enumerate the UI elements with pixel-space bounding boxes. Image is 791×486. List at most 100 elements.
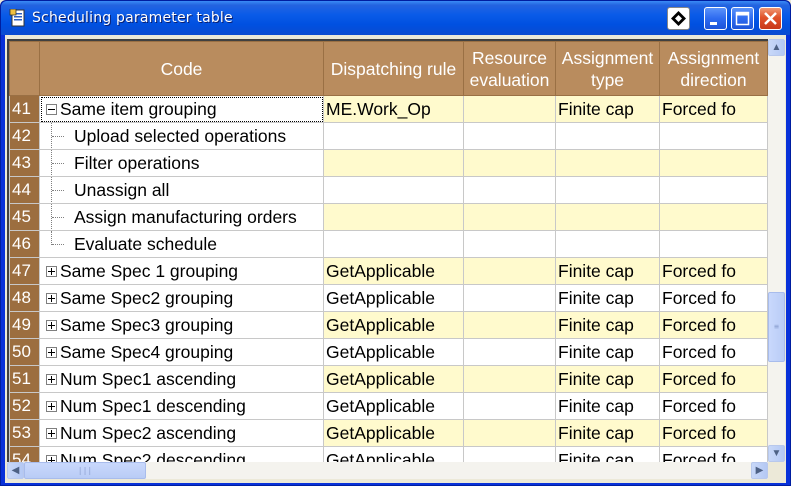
resource-evaluation-cell[interactable]: [463, 338, 556, 366]
code-cell[interactable]: Same Spec4 grouping: [39, 338, 324, 366]
row-number[interactable]: 52: [9, 392, 40, 420]
resource-evaluation-cell[interactable]: [463, 419, 556, 447]
special-option-button[interactable]: [667, 7, 690, 30]
assignment-direction-cell[interactable]: Forced fo: [659, 365, 768, 393]
resource-evaluation-cell[interactable]: [463, 203, 556, 231]
assignment-type-cell[interactable]: Finite cap: [555, 446, 660, 462]
collapse-minus-icon[interactable]: [46, 103, 57, 115]
code-cell[interactable]: Num Spec2 descending: [39, 446, 324, 462]
code-cell[interactable]: Same Spec2 grouping: [39, 284, 324, 312]
assignment-type-cell[interactable]: [555, 176, 660, 204]
resource-evaluation-cell[interactable]: [463, 176, 556, 204]
table-row[interactable]: 46 Evaluate schedule: [9, 230, 768, 258]
table-row[interactable]: 44 Unassign all: [9, 176, 768, 204]
dispatching-rule-cell[interactable]: GetApplicable: [323, 446, 464, 462]
parameter-grid[interactable]: Code Dispatching rule Resource evaluatio…: [7, 39, 768, 462]
dispatching-rule-cell[interactable]: GetApplicable: [323, 311, 464, 339]
scroll-up-button[interactable]: ▲: [768, 39, 785, 56]
dispatching-rule-cell[interactable]: [323, 176, 464, 204]
code-cell[interactable]: Num Spec1 descending: [39, 392, 324, 420]
column-header-assignment-direction[interactable]: Assignment direction: [659, 41, 768, 96]
code-cell[interactable]: Same item grouping: [39, 95, 324, 123]
row-number[interactable]: 51: [9, 365, 40, 393]
row-number[interactable]: 50: [9, 338, 40, 366]
resource-evaluation-cell[interactable]: [463, 311, 556, 339]
row-number[interactable]: 53: [9, 419, 40, 447]
table-row[interactable]: 47 Same Spec 1 grouping GetApplicable Finit…: [9, 257, 768, 285]
resource-evaluation-cell[interactable]: [463, 149, 556, 177]
assignment-type-cell[interactable]: [555, 203, 660, 231]
code-cell[interactable]: Num Spec1 ascending: [39, 365, 324, 393]
resource-evaluation-cell[interactable]: [463, 122, 556, 150]
table-row[interactable]: 41 Same item grouping ME.Work_Op Finite cap…: [9, 95, 768, 123]
scroll-left-button[interactable]: ◀: [7, 462, 24, 479]
assignment-type-cell[interactable]: Finite cap: [555, 365, 660, 393]
dispatching-rule-cell[interactable]: [323, 122, 464, 150]
dispatching-rule-cell[interactable]: [323, 149, 464, 177]
row-number[interactable]: 46: [9, 230, 40, 258]
dispatching-rule-cell[interactable]: GetApplicable: [323, 419, 464, 447]
assignment-direction-cell[interactable]: [659, 230, 768, 258]
row-number[interactable]: 42: [9, 122, 40, 150]
minimize-button[interactable]: [704, 7, 727, 30]
row-number[interactable]: 54: [9, 446, 40, 462]
assignment-direction-cell[interactable]: [659, 149, 768, 177]
scroll-down-button[interactable]: ▼: [768, 445, 785, 462]
assignment-direction-cell[interactable]: Forced fo: [659, 95, 768, 123]
code-cell[interactable]: Assign manufacturing orders: [39, 203, 324, 231]
table-row[interactable]: 52 Num Spec1 descending GetApplicable Finit…: [9, 392, 768, 420]
assignment-direction-cell[interactable]: Forced fo: [659, 257, 768, 285]
expand-plus-icon[interactable]: [46, 427, 57, 439]
assignment-type-cell[interactable]: Finite cap: [555, 311, 660, 339]
dispatching-rule-cell[interactable]: GetApplicable: [323, 338, 464, 366]
assignment-type-cell[interactable]: [555, 149, 660, 177]
close-button[interactable]: [759, 7, 782, 30]
row-number[interactable]: 45: [9, 203, 40, 231]
scroll-right-button[interactable]: ▶: [751, 462, 768, 479]
code-cell[interactable]: Upload selected operations: [39, 122, 324, 150]
expand-plus-icon[interactable]: [46, 400, 57, 412]
code-cell[interactable]: Unassign all: [39, 176, 324, 204]
expand-plus-icon[interactable]: [46, 265, 57, 277]
dispatching-rule-cell[interactable]: GetApplicable: [323, 284, 464, 312]
maximize-button[interactable]: [731, 7, 754, 30]
code-cell[interactable]: Filter operations: [39, 149, 324, 177]
dispatching-rule-cell[interactable]: [323, 230, 464, 258]
assignment-direction-cell[interactable]: [659, 176, 768, 204]
expand-plus-icon[interactable]: [46, 319, 57, 331]
assignment-type-cell[interactable]: Finite cap: [555, 338, 660, 366]
code-cell[interactable]: Same Spec3 grouping: [39, 311, 324, 339]
code-cell[interactable]: Num Spec2 ascending: [39, 419, 324, 447]
row-number[interactable]: 41: [9, 95, 40, 123]
assignment-direction-cell[interactable]: [659, 203, 768, 231]
vertical-scroll-thumb[interactable]: ≡: [768, 292, 785, 362]
dispatching-rule-cell[interactable]: ME.Work_Op: [323, 95, 464, 123]
column-header-assignment-type[interactable]: Assignment type: [555, 41, 660, 96]
column-header-resource-evaluation[interactable]: Resource evaluation: [463, 41, 556, 96]
title-bar[interactable]: Scheduling parameter table: [1, 1, 790, 35]
expand-plus-icon[interactable]: [46, 346, 57, 358]
assignment-direction-cell[interactable]: Forced fo: [659, 311, 768, 339]
resource-evaluation-cell[interactable]: [463, 284, 556, 312]
row-number[interactable]: 49: [9, 311, 40, 339]
table-row[interactable]: 49 Same Spec3 grouping GetApplicable Finite…: [9, 311, 768, 339]
row-number[interactable]: 47: [9, 257, 40, 285]
assignment-direction-cell[interactable]: [659, 122, 768, 150]
dispatching-rule-cell[interactable]: [323, 203, 464, 231]
row-number[interactable]: 48: [9, 284, 40, 312]
dispatching-rule-cell[interactable]: GetApplicable: [323, 365, 464, 393]
column-header-code[interactable]: Code: [39, 41, 324, 96]
table-row[interactable]: 43 Filter operations: [9, 149, 768, 177]
table-row[interactable]: 50 Same Spec4 grouping GetApplicable Finite…: [9, 338, 768, 366]
corner-header[interactable]: [9, 41, 40, 96]
code-cell[interactable]: Same Spec 1 grouping: [39, 257, 324, 285]
resource-evaluation-cell[interactable]: [463, 230, 556, 258]
expand-plus-icon[interactable]: [46, 292, 57, 304]
assignment-direction-cell[interactable]: Forced fo: [659, 392, 768, 420]
expand-plus-icon[interactable]: [46, 373, 57, 385]
assignment-direction-cell[interactable]: Forced fo: [659, 338, 768, 366]
assignment-type-cell[interactable]: [555, 122, 660, 150]
row-number[interactable]: 44: [9, 176, 40, 204]
horizontal-scroll-thumb[interactable]: |||: [24, 462, 146, 479]
table-row[interactable]: 51 Num Spec1 ascending GetApplicable Finite…: [9, 365, 768, 393]
